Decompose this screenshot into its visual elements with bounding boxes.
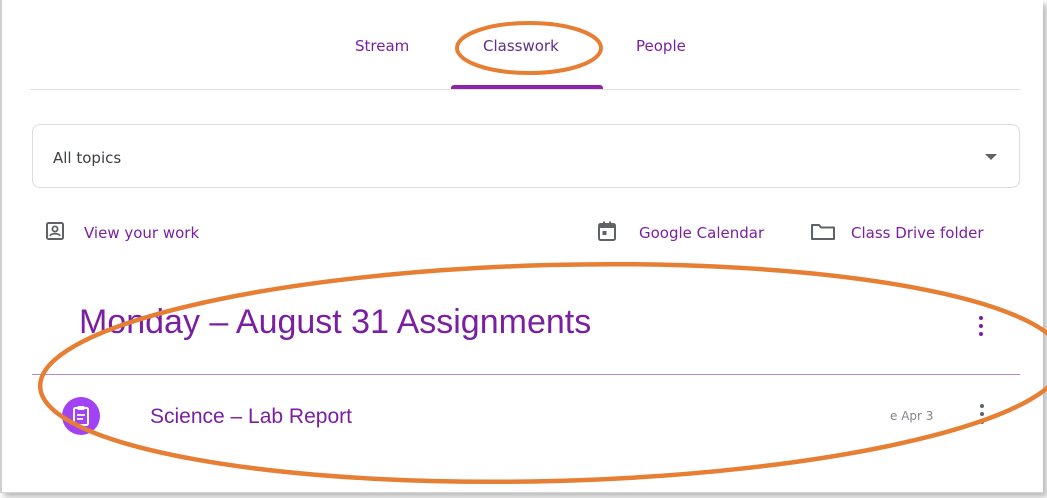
chevron-down-icon: [985, 154, 997, 160]
more-vert-icon: [979, 316, 983, 320]
tab-divider: [30, 89, 1020, 90]
section-title: Monday – August 31 Assignments: [79, 303, 592, 341]
more-vert-dot: [979, 332, 983, 336]
topics-dropdown[interactable]: All topics: [32, 124, 1020, 188]
google-calendar-label: Google Calendar: [639, 224, 765, 242]
tab-stream[interactable]: Stream: [355, 37, 409, 55]
view-your-work-label: View your work: [84, 224, 200, 242]
class-drive-folder-label: Class Drive folder: [851, 224, 984, 242]
more-vert-dot: [980, 412, 984, 416]
assignment-icon[interactable]: [62, 397, 100, 435]
topics-selected: All topics: [53, 149, 122, 167]
assignment-ind-icon: [44, 220, 66, 246]
calendar-icon: [596, 220, 618, 246]
class-drive-folder-link[interactable]: Class Drive folder: [810, 218, 1020, 248]
view-your-work-link[interactable]: View your work: [44, 218, 244, 248]
more-vert-icon: [980, 404, 984, 408]
assignment-more-options-button[interactable]: [977, 404, 987, 430]
more-vert-dot: [980, 420, 984, 424]
tab-classwork[interactable]: Classwork: [483, 37, 559, 55]
section-more-options-button[interactable]: [976, 316, 986, 340]
classroom-panel: Stream Classwork People All topics View …: [0, 0, 1043, 493]
tab-people[interactable]: People: [636, 37, 686, 55]
section-divider: [32, 374, 1020, 375]
more-vert-dot: [979, 324, 983, 328]
tab-bar: Stream Classwork People: [2, 0, 1043, 90]
assignment-title[interactable]: Science – Lab Report: [150, 405, 352, 429]
google-calendar-link[interactable]: Google Calendar: [596, 218, 796, 248]
folder-icon: [810, 220, 836, 246]
assignment-due-date: e Apr 3: [890, 409, 934, 423]
